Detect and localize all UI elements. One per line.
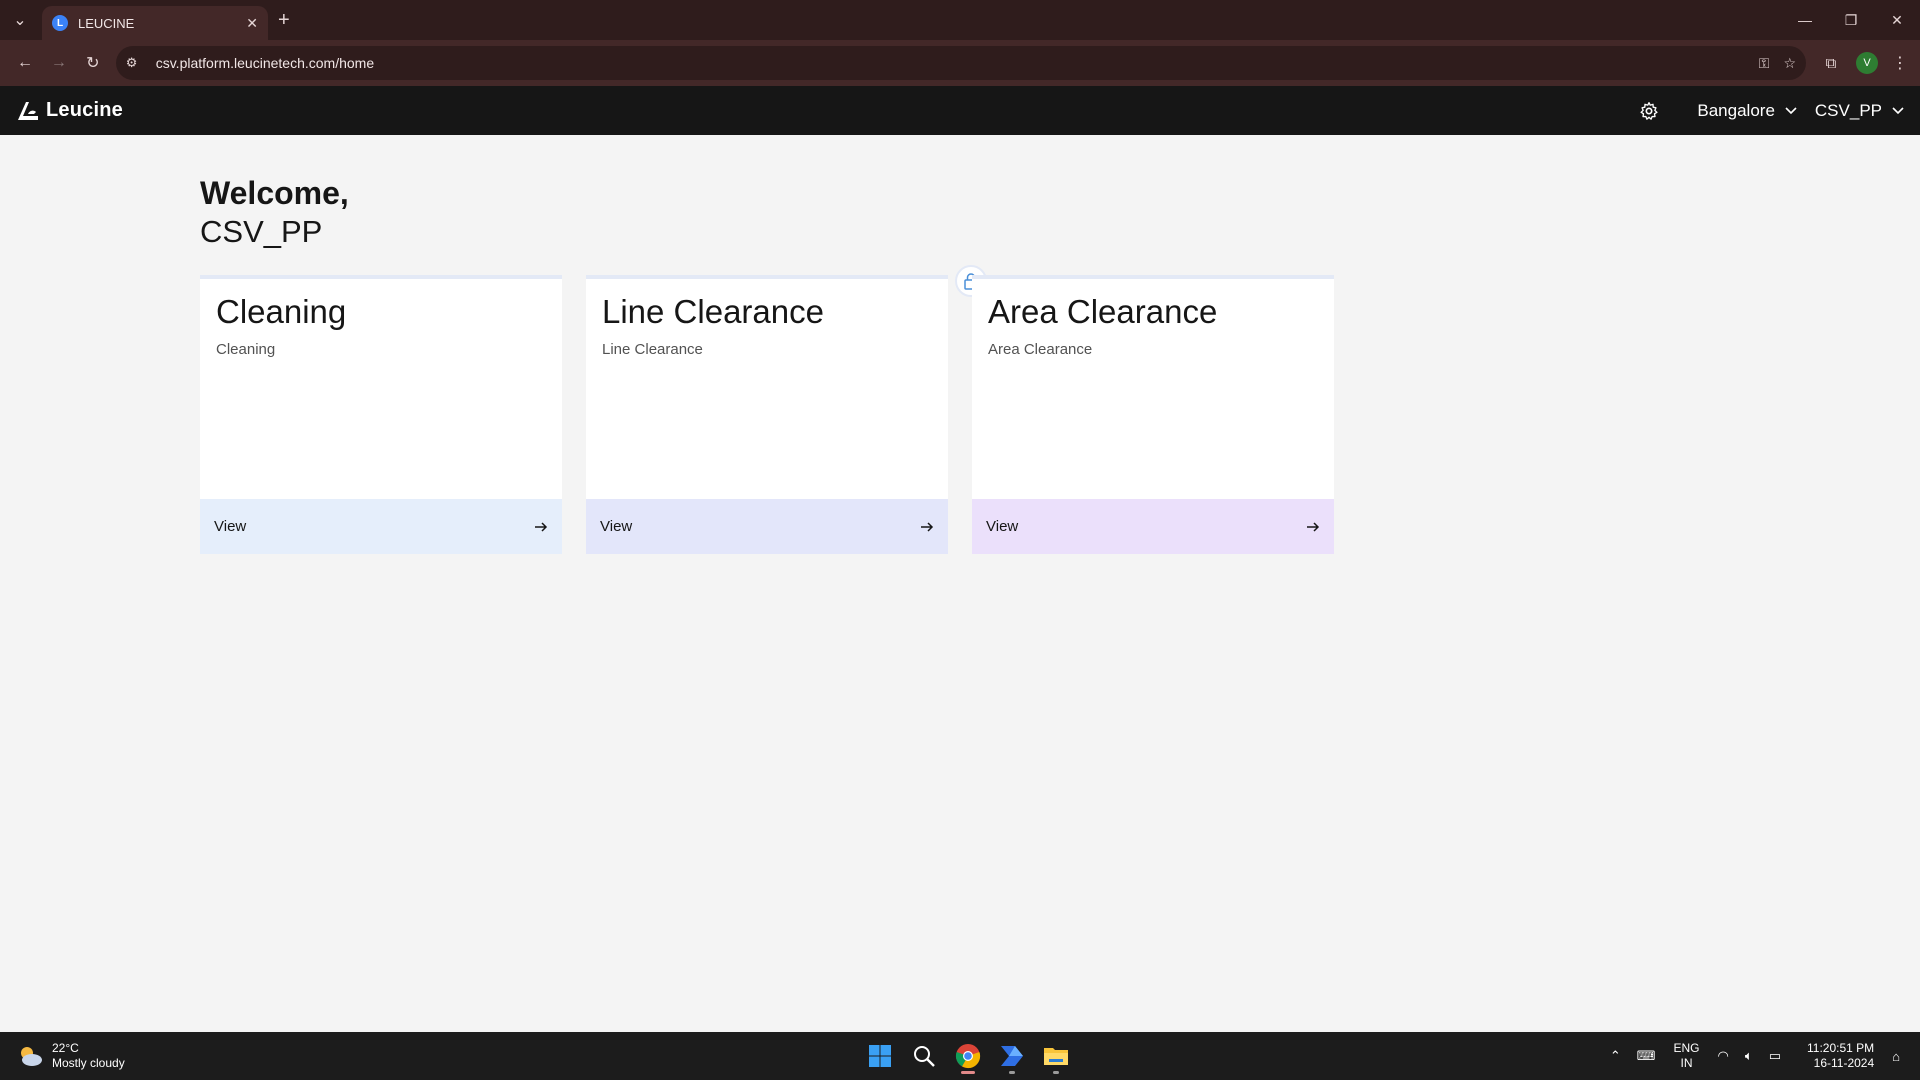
- weather-widget[interactable]: 22°C Mostly cloudy: [16, 1041, 125, 1071]
- close-tab-icon[interactable]: ✕: [246, 15, 258, 32]
- welcome-username: CSV_PP: [200, 214, 323, 249]
- taskbar-file-explorer[interactable]: [1034, 1038, 1078, 1074]
- language-indicator[interactable]: ENG IN: [1674, 1041, 1700, 1071]
- card-area-clearance: Area Clearance Area Clearance View: [972, 275, 1334, 554]
- notifications-icon[interactable]: ⌂: [1892, 1049, 1900, 1064]
- view-label: View: [214, 518, 247, 535]
- bookmark-star-icon[interactable]: ☆: [1783, 55, 1796, 72]
- back-icon[interactable]: ←: [8, 46, 42, 80]
- app-header: Leucine Bangalore CSV_PP: [0, 86, 1920, 135]
- chevron-down-icon: [1785, 106, 1797, 114]
- card-line-clearance: Line Clearance Line Clearance View: [586, 275, 948, 554]
- active-app-indicator: [961, 1071, 975, 1074]
- clock[interactable]: 11:20:51 PM 16-11-2024: [1807, 1041, 1874, 1071]
- user-dropdown[interactable]: CSV_PP: [1815, 101, 1904, 121]
- close-window-icon[interactable]: ✕: [1874, 0, 1920, 40]
- show-hidden-icons-icon[interactable]: ⌃: [1610, 1048, 1621, 1064]
- clock-time: 11:20:51 PM: [1806, 1041, 1875, 1055]
- browser-tab[interactable]: L LEUCINE ✕: [42, 6, 268, 40]
- leucine-logo-icon: [18, 101, 38, 120]
- forward-icon[interactable]: →: [42, 46, 76, 80]
- windows-logo-icon: [869, 1045, 891, 1067]
- brand-logo[interactable]: Leucine: [16, 99, 123, 122]
- location-label: Bangalore: [1697, 100, 1775, 120]
- volume-icon[interactable]: 🔈︎: [1745, 1048, 1753, 1064]
- region-code: IN: [1680, 1056, 1693, 1070]
- view-line-clearance-button[interactable]: View: [586, 499, 948, 554]
- leucine-favicon-icon: L: [52, 15, 68, 31]
- welcome-section: Welcome, CSV_PP: [200, 175, 349, 250]
- browser-toolbar: ← → ↻ ⚙ csv.platform.leucinetech.com/hom…: [0, 40, 1920, 86]
- folder-icon: [1044, 1048, 1068, 1065]
- location-dropdown[interactable]: Bangalore: [1697, 101, 1797, 121]
- taskbar-chrome[interactable]: [946, 1038, 990, 1074]
- taskbar-search-button[interactable]: [902, 1038, 946, 1074]
- view-cleaning-button[interactable]: View: [200, 499, 562, 554]
- card-title: Line Clearance: [602, 293, 824, 330]
- extensions-icon[interactable]: ⧉: [1816, 55, 1846, 72]
- new-tab-icon[interactable]: +: [278, 10, 290, 30]
- system-tray: ⌃ ⌨ ENG IN ◠ 🔈︎ ▭ 11:20:51 PM 16-11-2024…: [1602, 1032, 1908, 1080]
- browser-menu-icon[interactable]: ⋮: [1888, 53, 1912, 73]
- minimize-icon[interactable]: —: [1782, 0, 1828, 40]
- reload-icon[interactable]: ↻: [76, 46, 110, 80]
- input-indicator-icon[interactable]: ⌨: [1637, 1048, 1656, 1064]
- chevron-down-icon: [1892, 106, 1904, 114]
- wifi-icon[interactable]: ◠: [1718, 1048, 1729, 1064]
- view-label: View: [600, 518, 633, 535]
- clock-date: 16-11-2024: [1813, 1056, 1875, 1070]
- arrow-right-icon: [921, 521, 934, 532]
- tab-title: LEUCINE: [78, 15, 135, 31]
- window-controls: — ❐ ✕: [1782, 0, 1920, 40]
- browser-tab-bar: ⌄ L LEUCINE ✕ + — ❐ ✕: [0, 0, 1920, 40]
- brand-name: Leucine: [46, 99, 123, 121]
- weather-condition: Mostly cloudy: [52, 1056, 125, 1070]
- chrome-icon: [955, 1044, 981, 1069]
- welcome-greeting: Welcome,: [200, 175, 349, 211]
- view-label: View: [986, 518, 1019, 535]
- open-app-indicator: [1009, 1071, 1015, 1074]
- taskbar-apps: [858, 1038, 1078, 1074]
- password-key-icon[interactable]: ⚿: [1759, 55, 1770, 72]
- search-icon: [914, 1046, 935, 1067]
- site-settings-icon[interactable]: ⚙: [126, 55, 146, 71]
- profile-avatar[interactable]: V: [1856, 52, 1878, 74]
- card-subtitle: Line Clearance: [602, 341, 703, 358]
- cloudy-weather-icon: [21, 1047, 42, 1066]
- card-cleaning: Cleaning Cleaning View: [200, 275, 562, 554]
- main-content: Welcome, CSV_PP Cleaning Cleaning View L…: [0, 135, 1920, 1032]
- settings-gear-icon[interactable]: [1639, 101, 1659, 121]
- card-title: Cleaning: [216, 293, 347, 330]
- os-taskbar: 22°C Mostly cloudy ⌃ ⌨ ENG IN ◠ 🔈︎ ▭ 11:…: [0, 1032, 1920, 1080]
- restore-icon[interactable]: ❐: [1828, 0, 1874, 40]
- url-text[interactable]: csv.platform.leucinetech.com/home: [156, 55, 1745, 71]
- address-bar[interactable]: ⚙ csv.platform.leucinetech.com/home ⚿ ☆: [115, 46, 1806, 80]
- user-label: CSV_PP: [1814, 100, 1882, 120]
- card-subtitle: Cleaning: [216, 341, 276, 358]
- start-button[interactable]: [858, 1038, 902, 1074]
- arrow-right-icon: [535, 521, 548, 532]
- weather-temperature: 22°C: [52, 1041, 79, 1055]
- language-code: ENG: [1673, 1041, 1700, 1055]
- card-subtitle: Area Clearance: [988, 341, 1093, 358]
- taskbar-power-automate[interactable]: [990, 1038, 1034, 1074]
- view-area-clearance-button[interactable]: View: [972, 499, 1334, 554]
- arrow-right-icon: [1307, 521, 1320, 532]
- open-app-indicator: [1053, 1071, 1059, 1074]
- card-title: Area Clearance: [988, 293, 1218, 330]
- battery-icon[interactable]: ▭: [1769, 1048, 1781, 1064]
- power-automate-icon: [1001, 1046, 1023, 1066]
- tab-search-icon[interactable]: ⌄: [6, 6, 34, 34]
